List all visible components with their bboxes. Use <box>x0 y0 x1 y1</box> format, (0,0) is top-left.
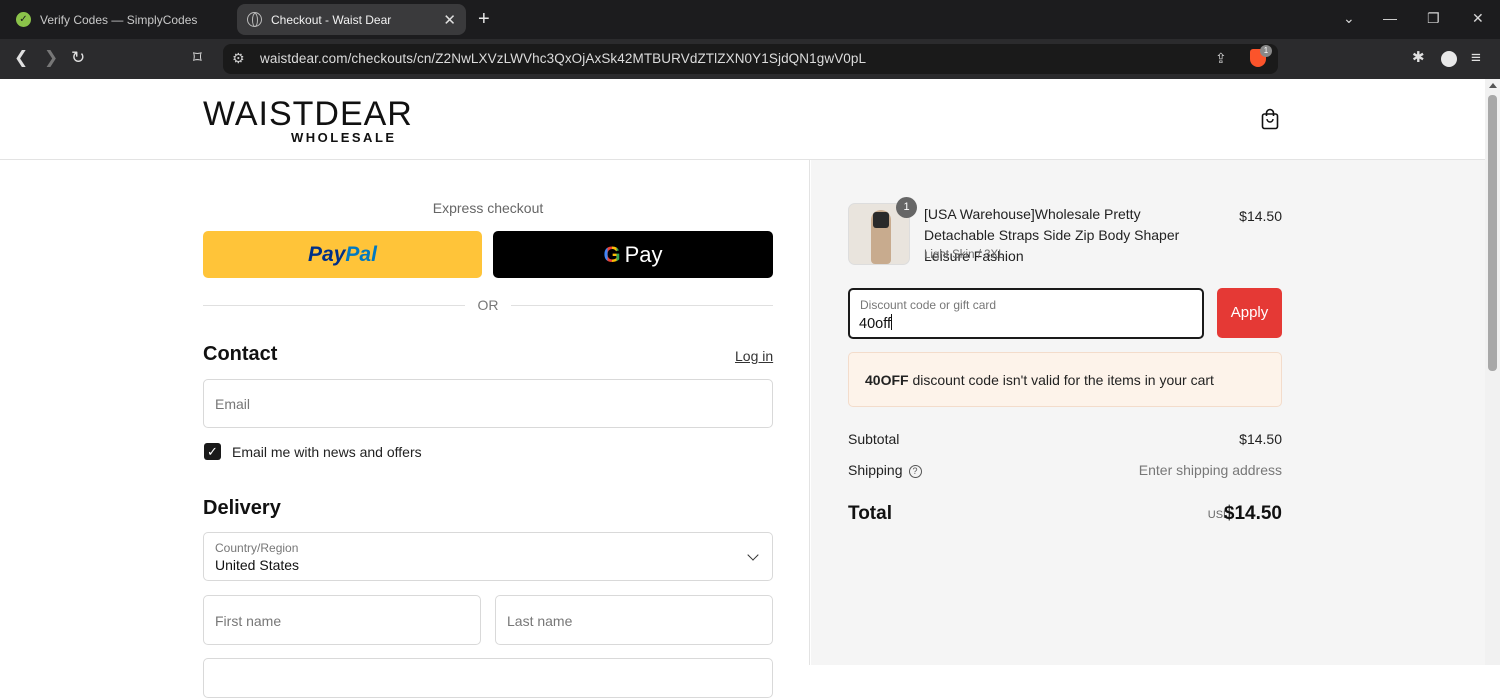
minimize-window-button[interactable]: — <box>1383 10 1397 26</box>
menu-icon[interactable]: ≡ <box>1471 49 1481 67</box>
shields-count-badge: 1 <box>1260 45 1272 57</box>
quantity-badge: 1 <box>896 197 917 218</box>
waistdear-logo[interactable]: WAISTDEAR WHOLESALE <box>203 95 413 145</box>
newsletter-label: Email me with news and offers <box>232 444 422 460</box>
delivery-heading: Delivery <box>203 497 281 519</box>
new-tab-button[interactable]: + <box>478 8 490 30</box>
discount-value: 40off <box>859 316 891 332</box>
country-value: United States <box>215 557 300 573</box>
url-text[interactable]: waistdear.com/checkouts/cn/Z2NwLXVzLWVhc… <box>260 51 866 66</box>
tab-title: Checkout - Waist Dear <box>271 12 392 27</box>
browser-tab-bar: ✓ Verify Codes — SimplyCodes Checkout - … <box>0 0 1500 39</box>
total-label: Total <box>848 503 892 524</box>
logo-main-text: WAISTDEAR <box>203 95 413 133</box>
divider-right <box>511 305 773 306</box>
order-summary: 1 [USA Warehouse]Wholesale Pretty Detach… <box>811 160 1485 665</box>
or-divider-text: OR <box>477 297 499 313</box>
address-bar[interactable]: ⚙ waistdear.com/checkouts/cn/Z2NwLXVzLWV… <box>223 44 1278 74</box>
paypal-label-1: Pay <box>308 242 346 266</box>
country-select[interactable]: Country/Region United States <box>203 532 773 581</box>
first-name-placeholder: First name <box>215 613 282 629</box>
divider-left <box>203 305 465 306</box>
help-icon[interactable]: ? <box>908 465 922 478</box>
total-row: Total USD $14.50 <box>848 503 1282 525</box>
last-name-placeholder: Last name <box>507 613 573 629</box>
country-label: Country/Region <box>215 541 299 555</box>
site-settings-icon[interactable]: ⚙ <box>232 50 245 67</box>
close-window-button[interactable]: ✕ <box>1472 10 1484 27</box>
gpay-label: Pay <box>624 241 663 267</box>
error-text: discount code isn't valid for the items … <box>908 372 1214 388</box>
login-link[interactable]: Log in <box>735 348 773 364</box>
restore-window-button[interactable]: ❐ <box>1427 10 1440 27</box>
forward-button[interactable]: ❯ <box>44 49 58 67</box>
discount-value-wrap: 40off <box>859 314 892 332</box>
discount-label: Discount code or gift card <box>860 298 997 312</box>
extensions-icon[interactable]: ✱ <box>1412 49 1425 67</box>
shipping-label: Shipping <box>848 462 903 478</box>
tab-simplycodes[interactable]: ✓ Verify Codes — SimplyCodes <box>8 4 230 35</box>
last-name-field[interactable]: Last name <box>495 595 773 645</box>
tab-checkout[interactable]: Checkout - Waist Dear ✕ <box>237 4 466 35</box>
globe-favicon-icon <box>247 12 262 27</box>
subtotal-row: Subtotal $14.50 <box>848 431 1282 447</box>
newsletter-checkbox[interactable]: ✓ <box>204 443 221 460</box>
page-scrollbar[interactable] <box>1485 79 1500 665</box>
express-checkout-title: Express checkout <box>432 200 544 216</box>
scrollbar-thumb[interactable] <box>1488 95 1497 371</box>
paypal-label-2: Pal <box>345 242 377 266</box>
contact-heading: Contact <box>203 343 278 365</box>
back-button[interactable]: ❮ <box>14 49 28 67</box>
share-icon[interactable]: ⇪ <box>1215 50 1227 67</box>
error-text-wrap: 40OFF discount code isn't valid for the … <box>865 372 1214 388</box>
tab-title: Verify Codes — SimplyCodes <box>40 12 198 27</box>
checkout-page: WAISTDEAR WHOLESALE Express checkout Pay… <box>0 79 1485 698</box>
discount-error-message: 40OFF discount code isn't valid for the … <box>848 352 1282 407</box>
product-figure-top <box>873 212 889 228</box>
email-field[interactable]: Email <box>203 379 773 428</box>
shopping-bag-icon[interactable] <box>1261 108 1279 130</box>
close-tab-icon[interactable]: ✕ <box>443 11 456 29</box>
checkout-form: Express checkout Pay Pal G Pay OR Contact… <box>0 160 810 698</box>
google-pay-button[interactable]: G Pay <box>493 231 773 278</box>
subtotal-label: Subtotal <box>848 431 900 447</box>
chevron-down-icon <box>747 549 759 561</box>
paypal-button[interactable]: Pay Pal <box>203 231 482 278</box>
email-placeholder: Email <box>215 396 251 412</box>
subtotal-value: $14.50 <box>1239 431 1282 447</box>
logo-sub-text: WHOLESALE <box>291 130 397 145</box>
google-g-icon: G <box>603 241 621 267</box>
scroll-up-arrow-icon[interactable] <box>1489 83 1497 88</box>
shipping-value: Enter shipping address <box>1138 462 1282 478</box>
reload-button[interactable]: ↻ <box>71 49 85 67</box>
browser-toolbar: ❮ ❯ ↻ ⌑ ⚙ waistdear.com/checkouts/cn/Z2N… <box>0 39 1500 79</box>
product-price: $14.50 <box>1239 208 1282 224</box>
address-field[interactable] <box>203 658 773 698</box>
apply-discount-button[interactable]: Apply <box>1217 288 1282 338</box>
site-header: WAISTDEAR WHOLESALE <box>0 79 1485 160</box>
product-variant: Light Skin / 3XL <box>924 249 1005 261</box>
text-caret <box>891 314 892 330</box>
discount-code-input[interactable]: Discount code or gift card 40off <box>848 288 1204 339</box>
bookmark-icon[interactable]: ⌑ <box>193 49 202 67</box>
tab-list-chevron-icon[interactable]: ⌄ <box>1343 10 1355 27</box>
first-name-field[interactable]: First name <box>203 595 481 645</box>
simplycodes-favicon-icon: ✓ <box>16 12 31 27</box>
total-value: $14.50 <box>1223 503 1282 524</box>
profile-avatar[interactable] <box>1441 51 1457 67</box>
shipping-row: Shipping? Enter shipping address <box>848 462 1282 478</box>
error-code: 40OFF <box>865 372 909 388</box>
